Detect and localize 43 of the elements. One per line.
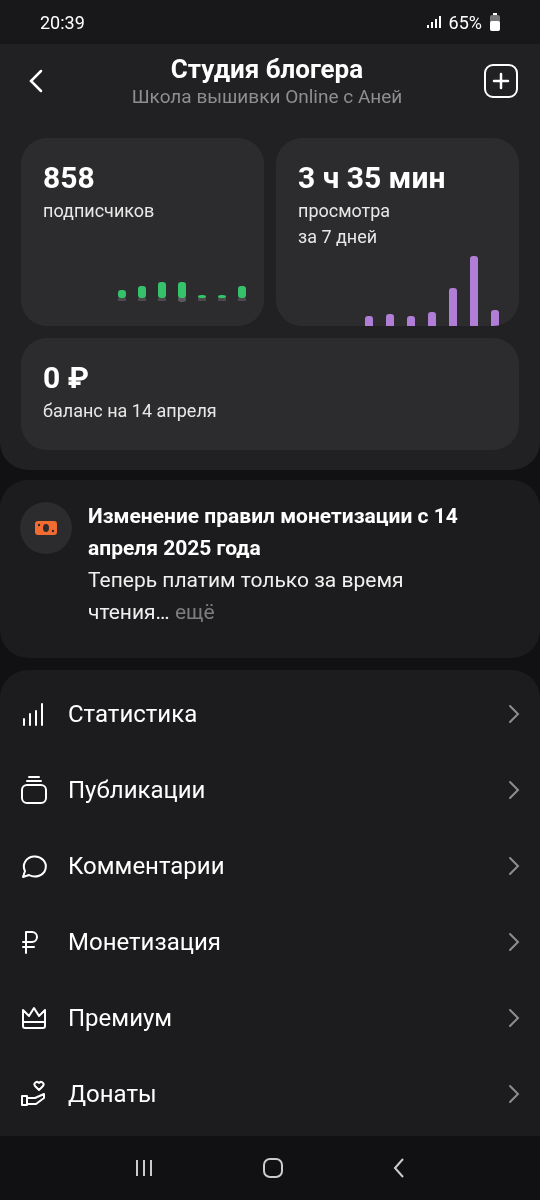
page-title: Студия блогера [170, 53, 364, 85]
menu-item[interactable]: Комментарии [0, 828, 540, 904]
hand-heart-icon [20, 1080, 48, 1108]
chevron-right-icon [508, 704, 520, 724]
stat-value: 3 ч 35 мин [298, 160, 447, 196]
ruble-icon [20, 929, 40, 955]
stat-label: просмотра [298, 199, 392, 223]
chevron-right-icon [508, 780, 520, 800]
battery-percent: 65% [448, 10, 482, 35]
notice-text: Теперь платим только за время чтения… ещё [88, 567, 405, 626]
chevron-right-icon [508, 1008, 520, 1028]
recent-apps-icon[interactable] [134, 1158, 154, 1178]
chevron-right-icon [508, 932, 520, 952]
stat-card[interactable]: 858 подписчиков [21, 138, 264, 326]
menu-item[interactable]: Премиум [0, 980, 540, 1056]
signal-icon [426, 15, 441, 29]
crown-icon [20, 1005, 48, 1031]
stat-label: подписчиков [43, 199, 156, 223]
stack-icon [20, 775, 48, 805]
chevron-left-icon [28, 68, 44, 94]
status-time: 20:39 [40, 10, 85, 35]
menu-item[interactable]: Донаты [0, 1056, 540, 1132]
stat-card[interactable]: 0 ₽ баланс на 14 апреля [21, 338, 519, 450]
stat-card[interactable]: 3 ч 35 мин просмотра за 7 дней [276, 138, 519, 326]
stat-sublabel: за 7 дней [298, 225, 379, 249]
notice-card[interactable]: Изменение правил монетизации с 14 апреля 2025 года Теперь платим только за время чтения… ещё [0, 480, 540, 658]
back-nav-icon[interactable] [392, 1157, 406, 1179]
page-subtitle: Школа вышивки Online с Аней [131, 85, 403, 109]
stat-value: 858 [43, 160, 96, 196]
money-icon [20, 502, 72, 554]
stat-label: баланс на 14 апреля [43, 399, 218, 423]
battery-icon [490, 13, 500, 31]
notice-title: Изменение правил монетизации с 14 апреля 2025 года [88, 503, 459, 562]
chevron-right-icon [508, 1084, 520, 1104]
home-icon[interactable] [262, 1157, 284, 1179]
stat-value: 0 ₽ [43, 360, 90, 396]
plus-icon [492, 72, 510, 90]
menu-item[interactable]: Публикации [0, 752, 540, 828]
menu-item[interactable]: Монетизация [0, 904, 540, 980]
menu-item[interactable]: Статистика [0, 676, 540, 752]
add-button[interactable] [484, 64, 518, 98]
chevron-right-icon [508, 856, 520, 876]
bar-chart-icon [20, 701, 46, 727]
